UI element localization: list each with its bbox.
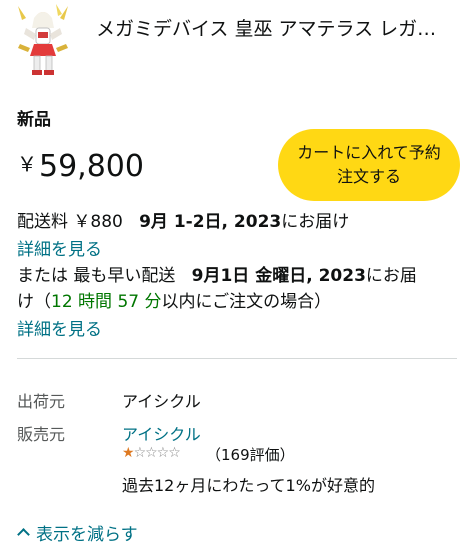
add-to-cart-preorder-button[interactable]: カートに入れて予約 注文する bbox=[278, 129, 460, 201]
fastest-delivery-suffix: にお届 bbox=[365, 266, 417, 286]
seller-rating-stars[interactable]: ★☆☆☆☆ bbox=[122, 445, 181, 461]
section-divider bbox=[17, 358, 457, 359]
price-amount: 59,800 bbox=[39, 149, 144, 184]
seller-name-link[interactable]: アイシクル bbox=[122, 421, 201, 445]
price-currency: ￥ bbox=[17, 152, 37, 176]
standard-delivery-suffix: にお届け bbox=[281, 212, 350, 232]
star-filled-icon: ★ bbox=[122, 445, 135, 461]
fastest-delivery-wrap: け（ bbox=[17, 292, 51, 312]
shipping-fee: 配送料 ￥880 bbox=[17, 212, 123, 232]
show-less-toggle[interactable]: 表示を減らす bbox=[17, 520, 138, 545]
chevron-up-icon bbox=[17, 528, 30, 541]
product-title[interactable]: メガミデバイス 皇巫 アマテラス レガ… bbox=[96, 14, 456, 41]
seller-positive-feedback: 過去12ヶ月にわたって1%が好意的 bbox=[122, 476, 375, 495]
add-to-cart-label-line2: 注文する bbox=[336, 167, 401, 186]
fastest-delivery-prefix: または 最も早い配送 bbox=[17, 266, 176, 286]
delivery-details-link-1[interactable]: 詳細を見る bbox=[17, 235, 102, 260]
ships-from-label: 出荷元 bbox=[17, 392, 66, 411]
order-countdown: 12 時間 57 分 bbox=[51, 292, 162, 312]
fastest-delivery-condition: け（12 時間 57 分以内にご注文の場合） bbox=[17, 287, 331, 312]
countdown-suffix: 以内にご注文の場合） bbox=[161, 292, 332, 312]
add-to-cart-label-line1: カートに入れて予約 bbox=[297, 143, 441, 162]
seller-rating-count: （169評価） bbox=[206, 446, 295, 464]
standard-delivery-line: 配送料 ￥880 9月 1-2日, 2023にお届け bbox=[17, 207, 349, 232]
price: ￥59,800 bbox=[17, 148, 144, 184]
fastest-delivery-line: または 最も早い配送 9月1日 金曜日, 2023にお届 bbox=[17, 261, 417, 286]
delivery-details-link-2[interactable]: 詳細を見る bbox=[17, 315, 102, 340]
show-less-label: 表示を減らす bbox=[36, 525, 138, 545]
fastest-delivery-date: 9月1日 金曜日, 2023 bbox=[191, 266, 366, 286]
standard-delivery-date: 9月 1-2日, 2023 bbox=[139, 212, 282, 232]
condition-label: 新品 bbox=[17, 110, 51, 130]
ships-from-value: アイシクル bbox=[122, 392, 201, 411]
sold-by-label: 販売元 bbox=[17, 425, 66, 444]
product-thumbnail[interactable] bbox=[12, 4, 74, 78]
star-empty-icons: ☆☆☆☆ bbox=[133, 445, 181, 461]
